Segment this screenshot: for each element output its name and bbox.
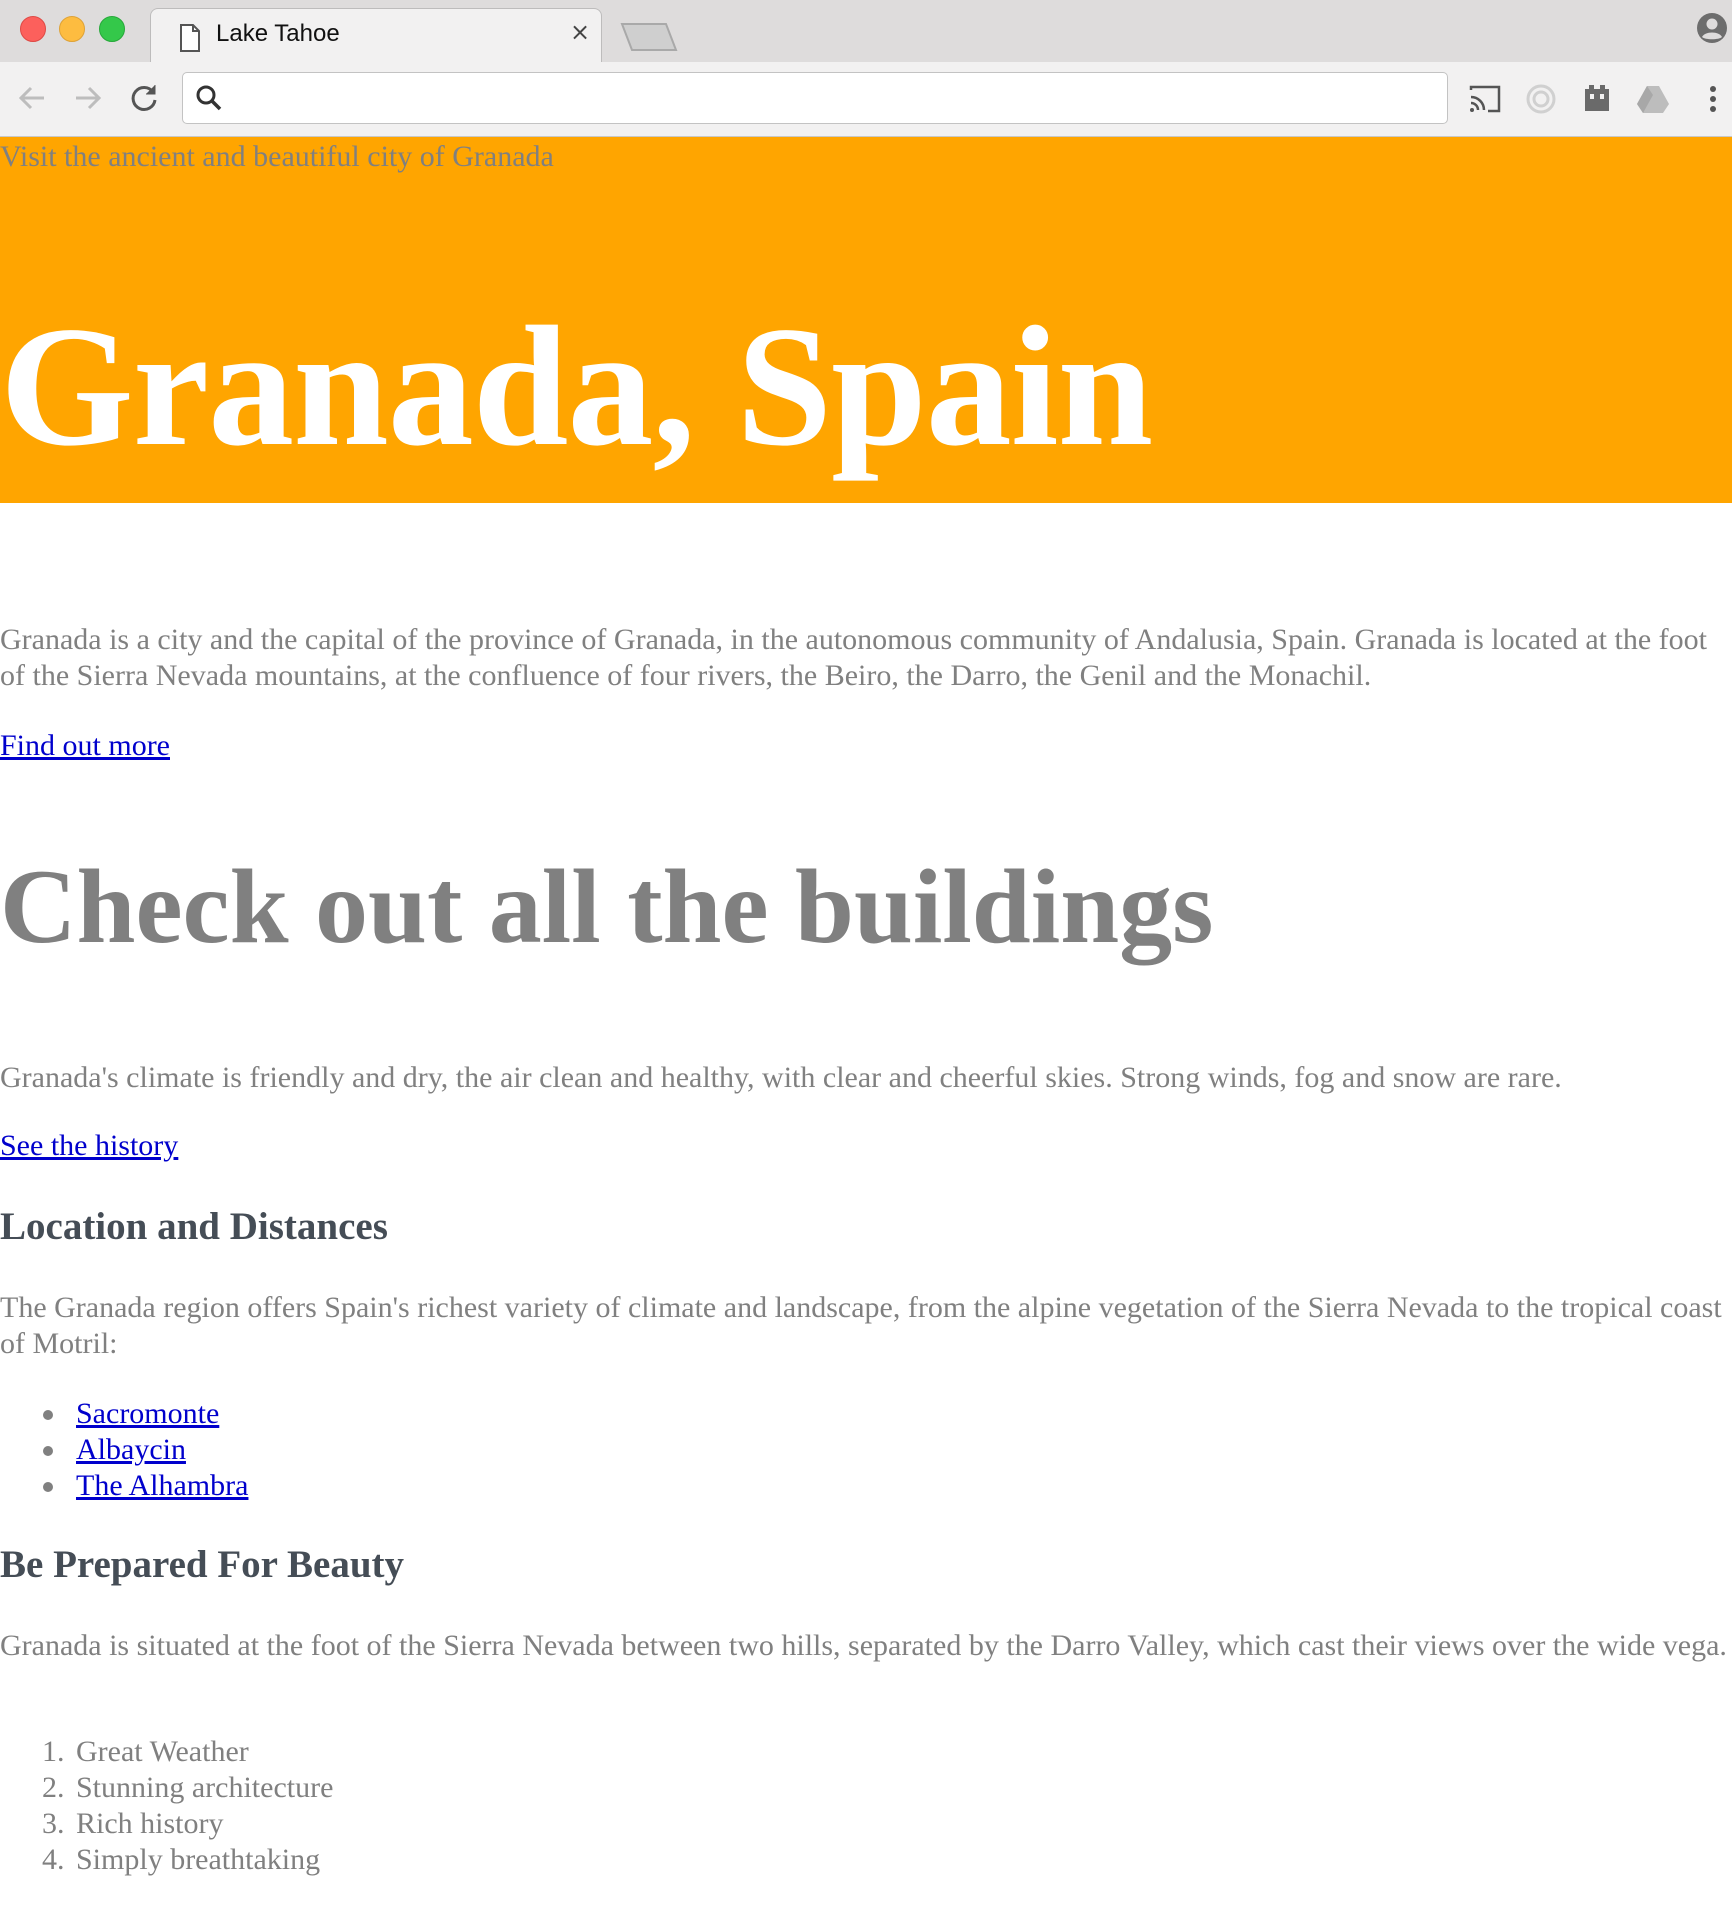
highlights-list: 1. Great Weather 2. Stunning architecture … [0, 1734, 333, 1878]
list-item-text: Stunning architecture [76, 1771, 334, 1804]
address-input[interactable] [233, 79, 1437, 117]
albaycin-link[interactable]: Albaycin [76, 1433, 186, 1466]
list-item: 2. Stunning architecture [0, 1770, 333, 1806]
see-history-link[interactable]: See the history [0, 1128, 178, 1164]
list-item-text: Rich history [76, 1807, 224, 1840]
sacromonte-link[interactable]: Sacromonte [76, 1397, 219, 1430]
list-item: Albaycin [0, 1432, 248, 1468]
list-number: 1. [42, 1735, 65, 1768]
list-item: The Alhambra [0, 1468, 248, 1504]
document-icon [180, 24, 200, 52]
list-item: 4. Simply breathtaking [0, 1842, 333, 1878]
alhambra-link[interactable]: The Alhambra [76, 1469, 248, 1502]
tab-strip: Lake Tahoe × [0, 0, 1732, 65]
list-item-text: Simply breathtaking [76, 1843, 321, 1876]
page-content: Visit the ancient and beautiful city of … [0, 137, 1732, 1910]
extension-icon[interactable] [1578, 80, 1616, 118]
new-tab-icon[interactable] [620, 22, 678, 52]
list-number: 2. [42, 1771, 65, 1804]
page-title: Granada, Spain [0, 292, 1153, 482]
drive-icon[interactable] [1634, 80, 1672, 118]
reload-icon[interactable] [126, 80, 162, 116]
list-number: 4. [42, 1843, 65, 1876]
list-item: 1. Great Weather [0, 1734, 333, 1770]
beauty-paragraph: Granada is situated at the foot of the S… [0, 1629, 1727, 1662]
list-item: Sacromonte [0, 1396, 248, 1432]
hero-tagline: Visit the ancient and beautiful city of … [0, 140, 554, 173]
search-icon [196, 85, 222, 111]
climate-paragraph: Granada's climate is friendly and dry, t… [0, 1061, 1562, 1094]
location-paragraph: The Granada region offers Spain's riches… [0, 1291, 1722, 1360]
buildings-heading: Check out all the buildings [0, 848, 1214, 965]
tab-title: Lake Tahoe [216, 20, 340, 47]
intro-paragraph: Granada is a city and the capital of the… [0, 623, 1707, 692]
list-item-text: Great Weather [76, 1735, 249, 1768]
close-window-button[interactable] [20, 16, 46, 42]
profile-icon[interactable] [1696, 12, 1728, 44]
maximize-window-button[interactable] [99, 16, 125, 42]
beauty-heading: Be Prepared For Beauty [0, 1543, 405, 1586]
places-list: Sacromonte Albaycin The Alhambra [0, 1396, 248, 1504]
close-icon[interactable]: × [570, 20, 590, 44]
hero-banner: Visit the ancient and beautiful city of … [0, 137, 1732, 503]
find-out-more-link[interactable]: Find out more [0, 728, 170, 764]
bullet-icon [43, 1446, 53, 1456]
location-heading: Location and Distances [0, 1205, 388, 1248]
back-icon[interactable] [14, 80, 50, 116]
menu-icon[interactable] [1694, 80, 1732, 118]
extension-icon[interactable] [1522, 80, 1560, 118]
bullet-icon [43, 1410, 53, 1420]
toolbar [0, 62, 1732, 137]
cast-icon[interactable] [1466, 80, 1504, 118]
address-bar[interactable] [182, 72, 1448, 124]
list-number: 3. [42, 1807, 65, 1840]
forward-icon[interactable] [70, 80, 106, 116]
bullet-icon [43, 1482, 53, 1492]
minimize-window-button[interactable] [59, 16, 85, 42]
list-item: 3. Rich history [0, 1806, 333, 1842]
